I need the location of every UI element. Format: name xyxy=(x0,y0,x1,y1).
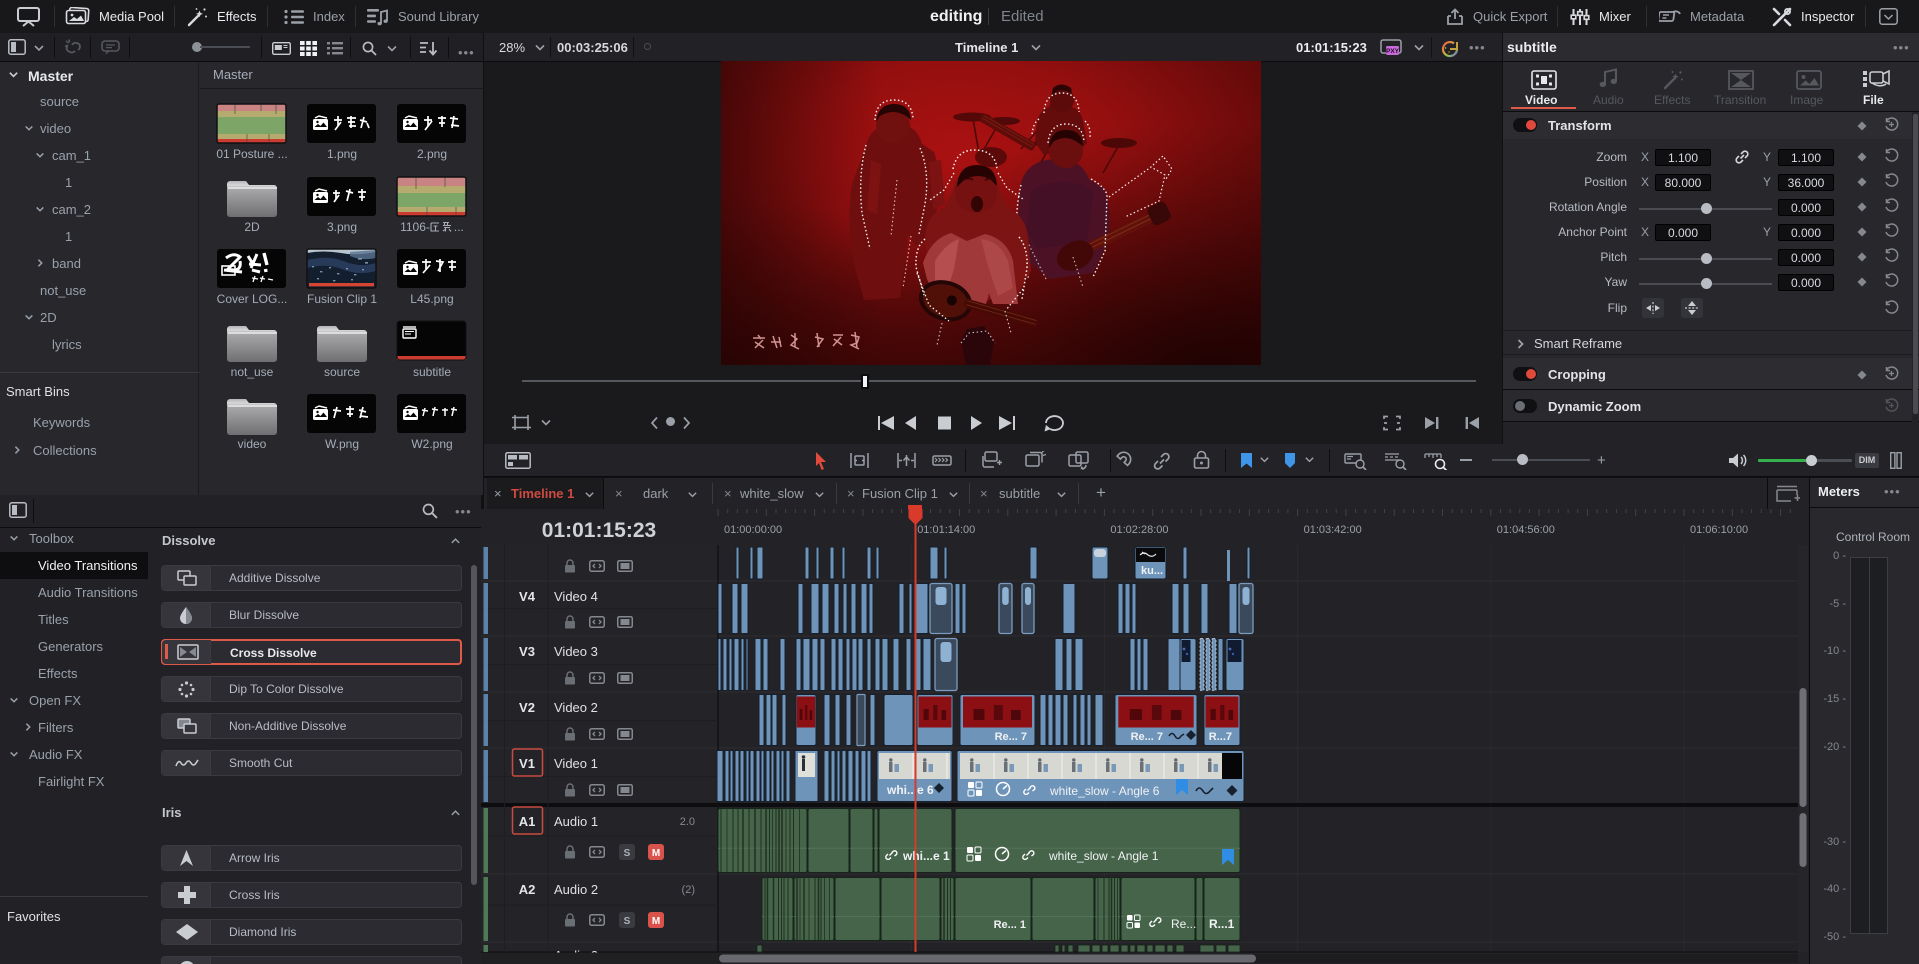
svg-text:01:01:15:23: 01:01:15:23 xyxy=(542,519,656,542)
svg-text:01:03:42:00: 01:03:42:00 xyxy=(1304,524,1362,536)
svg-text:Re... 7: Re... 7 xyxy=(1131,731,1163,743)
svg-text:A1: A1 xyxy=(519,814,536,829)
svg-text:Re... 7: Re... 7 xyxy=(995,731,1027,743)
svg-text:V1: V1 xyxy=(519,756,535,771)
svg-text:R...1: R...1 xyxy=(1209,917,1235,931)
svg-text:whi...e 6: whi...e 6 xyxy=(886,783,934,797)
svg-text:white_slow - Angle 1: white_slow - Angle 1 xyxy=(1048,849,1159,863)
svg-text:whi...e 1: whi...e 1 xyxy=(902,849,950,863)
svg-text:01:00:00:00: 01:00:00:00 xyxy=(724,524,782,536)
svg-text:Video 2: Video 2 xyxy=(554,700,598,715)
svg-text:V3: V3 xyxy=(519,644,535,659)
svg-text:Audio 1: Audio 1 xyxy=(554,814,598,829)
svg-text:01:06:10:00: 01:06:10:00 xyxy=(1690,524,1748,536)
svg-text:S: S xyxy=(624,916,631,927)
svg-text:white_slow - Angle 6: white_slow - Angle 6 xyxy=(1049,784,1160,798)
svg-text:V2: V2 xyxy=(519,700,535,715)
svg-text:M: M xyxy=(652,848,660,859)
svg-text:Re... 1: Re... 1 xyxy=(994,919,1026,931)
svg-text:R...7: R...7 xyxy=(1209,731,1232,743)
svg-text:ku...: ku... xyxy=(1141,565,1163,577)
svg-text:01:01:14:00: 01:01:14:00 xyxy=(917,524,975,536)
svg-text:Audio 2: Audio 2 xyxy=(554,882,598,897)
svg-text:Video 1: Video 1 xyxy=(554,756,598,771)
svg-text:01:04:56:00: 01:04:56:00 xyxy=(1497,524,1555,536)
svg-text:S: S xyxy=(624,848,631,859)
svg-text:2.0: 2.0 xyxy=(680,816,695,828)
svg-text:Video 3: Video 3 xyxy=(554,644,598,659)
svg-text:Video 4: Video 4 xyxy=(554,589,598,604)
svg-text:V4: V4 xyxy=(519,589,536,604)
svg-text:01:02:28:00: 01:02:28:00 xyxy=(1110,524,1168,536)
svg-text:M: M xyxy=(652,916,660,927)
svg-text:(2): (2) xyxy=(682,884,695,896)
svg-text:A2: A2 xyxy=(519,882,536,897)
svg-text:PXY: PXY xyxy=(1386,48,1400,55)
